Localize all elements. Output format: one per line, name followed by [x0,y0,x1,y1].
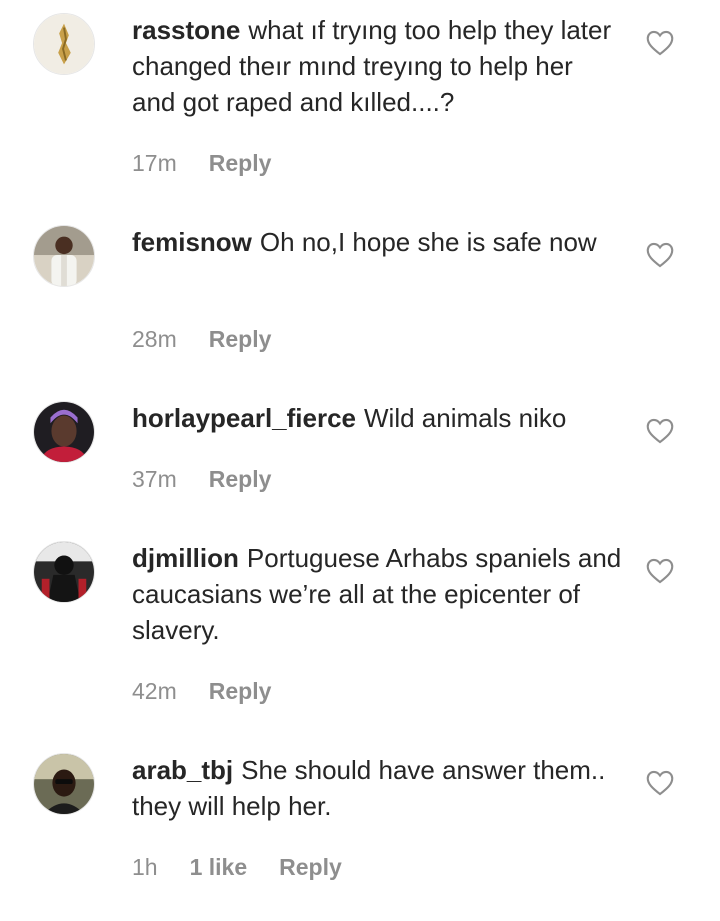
heart-icon[interactable] [646,418,674,444]
reply-button[interactable]: Reply [209,150,272,177]
comment-meta: 17m Reply [132,150,303,177]
comment-body: Wild animals niko [364,403,567,433]
comment-meta: 42m Reply [132,678,303,705]
comment-text: horlaypearl_fierce Wild animals niko [132,400,622,436]
avatar[interactable] [33,753,95,815]
comment-meta: 1h 1 like Reply [132,854,374,881]
avatar[interactable] [33,13,95,75]
reply-button[interactable]: Reply [209,678,272,705]
comment-username[interactable]: horlaypearl_fierce [132,403,356,433]
comment-time: 28m [132,326,177,352]
heart-icon[interactable] [646,558,674,584]
comment-body: Oh no,I hope she is safe now [259,227,597,257]
heart-icon[interactable] [646,30,674,56]
comment-username[interactable]: djmillion [132,543,239,573]
avatar[interactable] [33,401,95,463]
comment-meta: 37m Reply [132,466,303,493]
comment-text: rasstone what ıf tryıng too help they lat… [132,12,622,120]
heart-icon[interactable] [646,770,674,796]
reply-button[interactable]: Reply [209,326,272,353]
comment-text: djmillion Portuguese Arhabs spaniels and … [132,540,622,648]
likes-count[interactable]: 1 like [190,854,248,881]
avatar[interactable] [33,541,95,603]
reply-button[interactable]: Reply [279,854,342,881]
comment-username[interactable]: arab_tbj [132,755,233,785]
comment-time: 37m [132,466,177,492]
comment-time: 17m [132,150,177,176]
comment-meta: 28m Reply [132,326,303,353]
avatar[interactable] [33,225,95,287]
comment-time: 42m [132,678,177,704]
comment-username[interactable]: rasstone [132,15,240,45]
comment-text: arab_tbj She should have answer them.. th… [132,752,622,824]
comment-time: 1h [132,854,158,880]
comment-text: femisnow Oh no,I hope she is safe now [132,224,622,260]
heart-icon[interactable] [646,242,674,268]
comment-username[interactable]: femisnow [132,227,252,257]
reply-button[interactable]: Reply [209,466,272,493]
